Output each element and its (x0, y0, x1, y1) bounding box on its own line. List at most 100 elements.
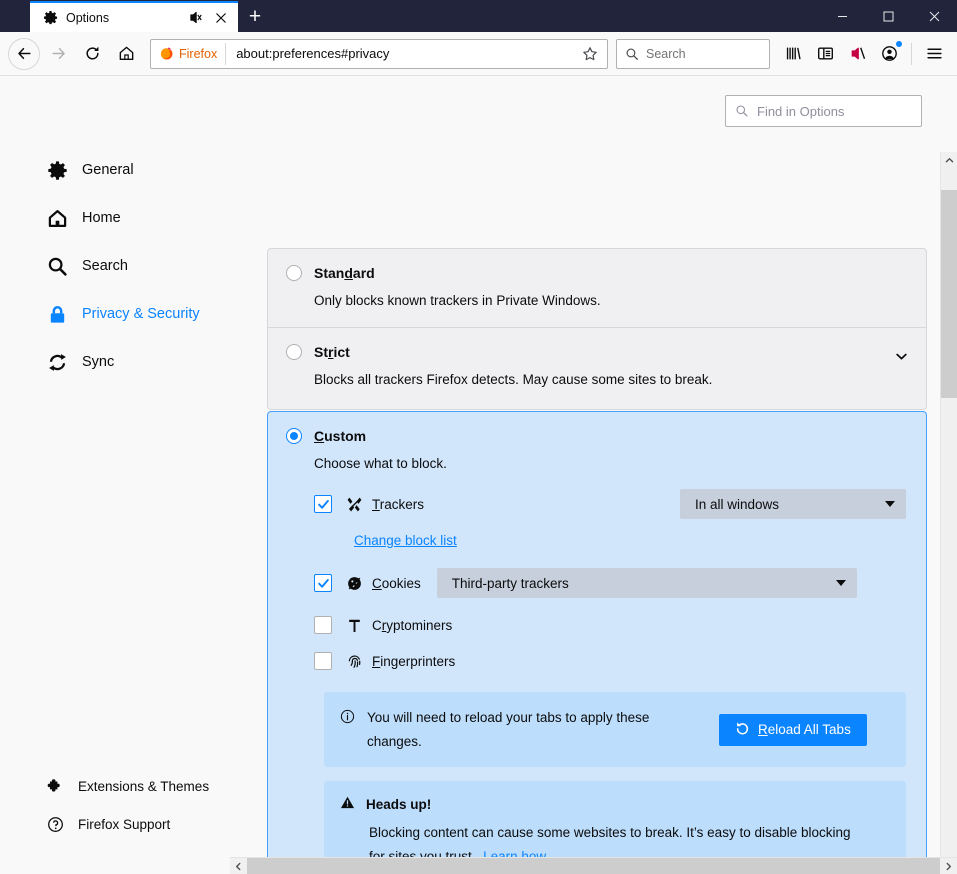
preferences-sidebar: General Home Search Privacy & Security S (0, 76, 230, 874)
radio-standard[interactable] (286, 265, 302, 281)
url-text[interactable]: about:preferences#privacy (236, 46, 579, 61)
search-input[interactable]: Search (616, 38, 770, 69)
checkbox-fingerprinters[interactable] (314, 652, 332, 670)
radio-strict[interactable] (286, 344, 302, 360)
cryptominers-label: Cryptominers (372, 617, 453, 633)
heads-up-header: Heads up! (340, 795, 890, 813)
main-content: Standard Only blocks known trackers in P… (267, 76, 927, 874)
cookies-scope-dropdown[interactable]: Third-party trackers (436, 568, 857, 598)
cookies-label: Cookies (372, 575, 421, 591)
firefox-logo-icon (160, 47, 173, 60)
sidebar-item-sync[interactable]: Sync (0, 348, 230, 376)
window-controls (819, 0, 957, 32)
reload-all-tabs-label: Reload All Tabs (758, 722, 851, 738)
home-icon[interactable] (110, 38, 142, 70)
protection-level-custom[interactable]: Custom Choose what to block. Trackers In… (267, 411, 927, 874)
sidebar-item-privacy-security[interactable]: Privacy & Security (0, 300, 230, 328)
chevron-down-icon (835, 580, 846, 586)
sidebar-item-extensions-themes[interactable]: Extensions & Themes (0, 774, 230, 798)
back-arrow-icon[interactable] (8, 37, 40, 70)
strict-radio-row[interactable]: Strict (286, 344, 906, 360)
chevron-down-icon (885, 501, 895, 507)
library-icon[interactable] (778, 39, 808, 69)
url-bar[interactable]: Firefox about:preferences#privacy (150, 38, 608, 69)
heads-up-title: Heads up! (366, 796, 432, 812)
checkbox-cryptominers[interactable] (314, 616, 332, 634)
protection-level-standard[interactable]: Standard Only blocks known trackers in P… (267, 248, 927, 328)
info-circle-icon (340, 709, 355, 729)
chevron-down-icon[interactable] (895, 350, 908, 368)
minimize-button[interactable] (819, 0, 865, 32)
hamburger-menu-icon[interactable] (919, 39, 949, 69)
horizontal-scrollbar[interactable] (230, 857, 957, 874)
search-placeholder: Search (646, 46, 686, 61)
fingerprint-icon (344, 652, 364, 670)
navigation-toolbar: Firefox about:preferences#privacy Search (0, 32, 957, 76)
forward-arrow-icon[interactable] (42, 38, 74, 70)
checkbox-trackers[interactable] (314, 495, 332, 513)
browser-tab-options[interactable]: Options (30, 1, 238, 32)
change-block-list-link[interactable]: Change block list (354, 533, 457, 548)
sidebar-item-search[interactable]: Search (0, 252, 230, 280)
sidebar-item-label: Privacy & Security (82, 306, 200, 322)
custom-radio-row[interactable]: Custom (286, 428, 906, 444)
bookmark-star-icon[interactable] (579, 43, 601, 65)
custom-description: Choose what to block. (314, 456, 447, 471)
scroll-left-button[interactable] (230, 858, 247, 874)
checkbox-cookies[interactable] (314, 574, 332, 592)
home-icon (46, 207, 68, 229)
scroll-right-button[interactable] (940, 858, 957, 874)
sidebar-item-general[interactable]: General (0, 156, 230, 184)
gear-icon (42, 10, 58, 26)
close-button[interactable] (911, 0, 957, 32)
identity-box[interactable]: Firefox (151, 42, 227, 65)
sidebar-item-label: Search (82, 258, 128, 274)
sidebar-item-label: Sync (82, 354, 115, 370)
identity-label: Firefox (179, 46, 218, 61)
magnifier-icon (46, 255, 68, 277)
reload-notice-text: You will need to reload your tabs to app… (367, 710, 650, 749)
sidebar-item-label: General (82, 162, 134, 178)
standard-radio-row[interactable]: Standard (286, 265, 906, 281)
custom-option-cryptominers[interactable]: Cryptominers (314, 616, 906, 634)
custom-option-cookies[interactable]: Cookies Third-party trackers (314, 568, 906, 598)
strict-description: Blocks all trackers Firefox detects. May… (314, 372, 713, 387)
fingerprinters-label: Fingerprinters (372, 653, 456, 669)
protection-level-strict[interactable]: Strict Blocks all trackers Firefox detec… (267, 328, 927, 410)
trackers-label: Trackers (372, 496, 425, 512)
reload-all-tabs-button[interactable]: Reload All Tabs (719, 713, 867, 746)
cookie-blocked-icon (344, 574, 364, 592)
custom-option-trackers[interactable]: Trackers In all windows (314, 489, 906, 519)
reload-icon (735, 721, 750, 739)
custom-label: Custom (314, 428, 367, 444)
sidebar-item-firefox-support[interactable]: Firefox Support (0, 812, 230, 836)
vertical-scrollbar[interactable] (940, 152, 957, 874)
maximize-button[interactable] (865, 0, 911, 32)
radio-custom[interactable] (286, 428, 302, 444)
lock-icon (46, 303, 68, 325)
standard-label: Standard (314, 265, 375, 281)
gear-icon (46, 159, 68, 181)
pickaxe-icon (344, 616, 364, 634)
scrollbar-thumb-horizontal[interactable] (247, 857, 940, 874)
reload-tabs-notice: You will need to reload your tabs to app… (324, 692, 906, 768)
mute-icon[interactable] (842, 39, 872, 69)
scrollbar-thumb-vertical[interactable] (941, 190, 957, 398)
muted-speaker-icon[interactable] (186, 9, 204, 27)
reload-icon[interactable] (76, 38, 108, 70)
custom-option-fingerprinters[interactable]: Fingerprinters (314, 652, 906, 670)
new-tab-button[interactable]: + (238, 1, 272, 32)
title-bar: Options + (0, 0, 957, 32)
sidebar-icon[interactable] (810, 39, 840, 69)
tab-title: Options (66, 10, 110, 25)
scroll-up-button[interactable] (941, 152, 957, 169)
account-icon[interactable] (874, 39, 904, 69)
tab-close-icon[interactable] (212, 9, 230, 27)
sidebar-item-home[interactable]: Home (0, 204, 230, 232)
question-mark-icon (46, 815, 64, 833)
strict-label: Strict (314, 344, 350, 360)
tracker-blocked-icon (344, 495, 364, 513)
warning-triangle-icon (340, 795, 355, 813)
sidebar-item-label: Home (82, 210, 121, 226)
trackers-scope-dropdown[interactable]: In all windows (680, 489, 906, 519)
